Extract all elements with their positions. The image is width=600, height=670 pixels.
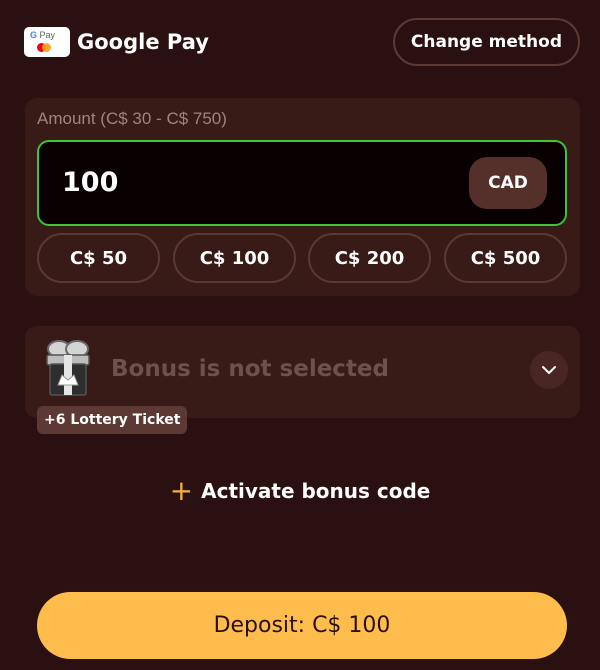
preset-amount-button[interactable]: C$ 100 <box>173 233 296 283</box>
chevron-down-icon <box>542 366 556 374</box>
google-pay-logo: G Pay <box>24 27 70 57</box>
google-pay-logo-text: G Pay <box>30 30 56 40</box>
lottery-ticket-badge: +6 Lottery Ticket <box>37 406 188 434</box>
amount-input[interactable]: 100 CAD <box>37 140 567 226</box>
bonus-dropdown-button[interactable] <box>530 351 568 389</box>
change-method-button[interactable]: Change method <box>392 18 580 66</box>
preset-amount-button[interactable]: C$ 500 <box>444 233 567 283</box>
activate-bonus-code-link[interactable]: + Activate bonus code <box>0 474 600 508</box>
mastercard-icon <box>37 43 51 52</box>
amount-card: Amount (C$ 30 - C$ 750) 100 CAD C$ 50 C$… <box>25 98 580 296</box>
amount-presets: C$ 50 C$ 100 C$ 200 C$ 500 <box>37 233 569 283</box>
preset-amount-button[interactable]: C$ 200 <box>308 233 431 283</box>
bonus-status-text: Bonus is not selected <box>111 356 389 382</box>
activate-bonus-code-label: Activate bonus code <box>201 479 431 503</box>
amount-value: 100 <box>62 167 119 198</box>
gift-box-icon <box>46 340 90 396</box>
plus-icon: + <box>169 474 194 507</box>
amount-label: Amount (C$ 30 - C$ 750) <box>37 109 227 128</box>
currency-badge: CAD <box>469 157 547 209</box>
payment-method-name: Google Pay <box>77 30 209 54</box>
payment-header: G Pay Google Pay Change method <box>24 18 580 66</box>
preset-amount-button[interactable]: C$ 50 <box>37 233 160 283</box>
deposit-button[interactable]: Deposit: C$ 100 <box>37 592 567 659</box>
bonus-selector[interactable]: Bonus is not selected <box>25 326 580 418</box>
payment-method: G Pay Google Pay <box>24 27 209 57</box>
